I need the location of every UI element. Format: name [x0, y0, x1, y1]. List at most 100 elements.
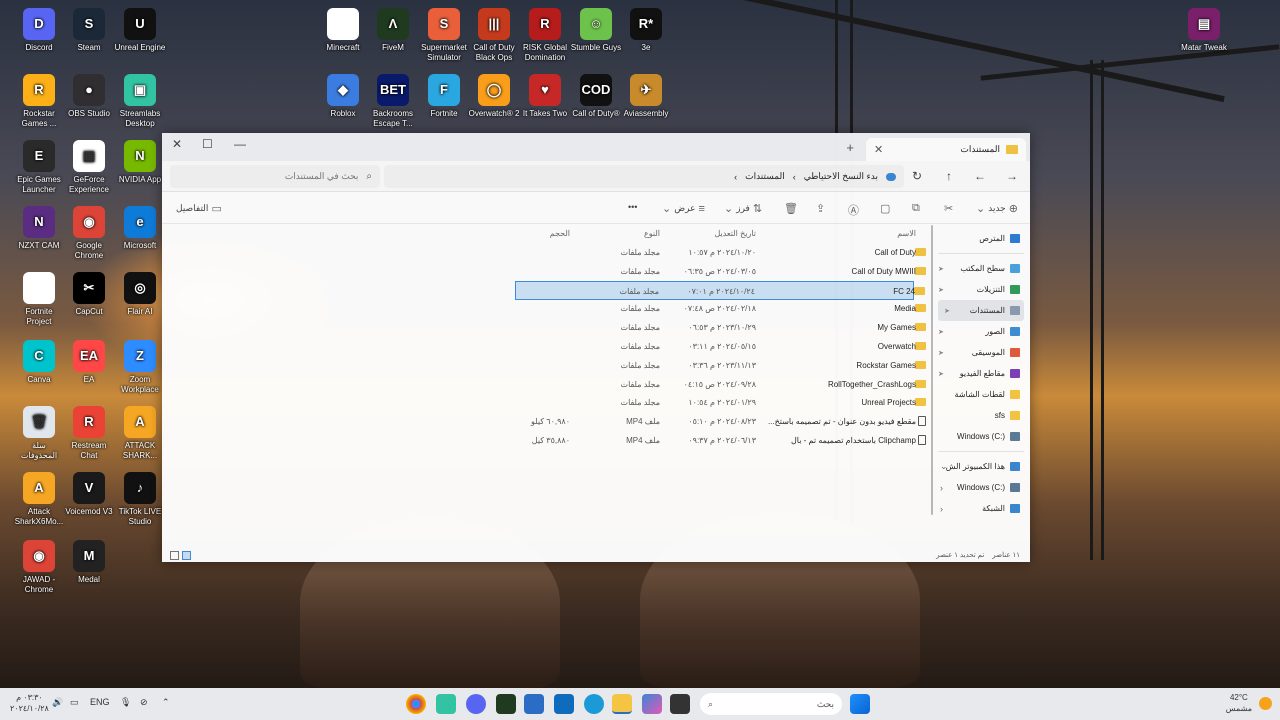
desktop-shortcut[interactable]: S Steam: [63, 8, 115, 53]
desktop-shortcut[interactable]: ◉ JAWAD - Chrome: [13, 540, 65, 595]
taskbar-copilot-icon[interactable]: [642, 694, 662, 714]
maximize-button[interactable]: ☐: [202, 137, 213, 151]
sidebar-item[interactable]: لقطات الشاشة: [932, 384, 1030, 405]
desktop-shortcut[interactable]: A ATTACK SHARK...: [114, 406, 166, 461]
network-icon[interactable]: ▭: [70, 697, 79, 708]
breadcrumb-current[interactable]: المستندات: [745, 171, 785, 182]
sidebar-item[interactable]: هذا الكمبيوتر الش ⌄: [932, 456, 1030, 477]
details-view-button[interactable]: [182, 551, 191, 560]
desktop-shortcut[interactable]: C Canva: [13, 340, 65, 385]
file-row[interactable]: My Games ٢٠٢٣/١٠/٢٩ م ٠٦:٥٣ مجلد ملفات: [162, 318, 930, 337]
breadcrumb-root[interactable]: بدء النسخ الاحتياطي: [804, 171, 878, 182]
expand-chevron-icon[interactable]: ‹: [940, 483, 943, 493]
desktop-shortcut[interactable]: D Discord: [13, 8, 65, 53]
taskbar-store-icon[interactable]: [524, 694, 544, 714]
desktop-shortcut[interactable]: ☺ Stumble Guys: [570, 8, 622, 53]
sidebar-item[interactable]: مقاطع الفيديو ➤: [932, 363, 1030, 384]
taskbar-explorer-icon[interactable]: [612, 694, 632, 714]
desktop-shortcut[interactable]: R* 3e: [620, 8, 672, 53]
details-button[interactable]: التفاصيل ▭: [176, 202, 222, 215]
delete-icon[interactable]: 🗑: [784, 202, 798, 215]
desktop-shortcut[interactable]: ◯ Overwatch® 2: [468, 74, 520, 119]
column-type[interactable]: النوع: [570, 224, 660, 243]
file-row[interactable]: Call of Duty MWIII ٢٠٢٤/٠٣/٠٥ ص ٠٦:٣٥ مجلد…: [162, 262, 930, 281]
desktop-shortcut[interactable]: ◉ Google Chrome: [63, 206, 115, 261]
desktop-shortcut[interactable]: ◎ Flair AI: [114, 272, 166, 317]
more-button[interactable]: •••: [628, 202, 637, 212]
start-button[interactable]: [850, 694, 870, 714]
minimize-button[interactable]: —: [234, 137, 246, 151]
sidebar-item[interactable]: الشبكة ‹: [932, 498, 1030, 519]
desktop-shortcut[interactable]: Λ FiveM: [367, 8, 419, 53]
sidebar-item[interactable]: التنزيلات ➤: [932, 279, 1030, 300]
breadcrumb-separator[interactable]: ›: [793, 172, 796, 182]
sidebar-item[interactable]: Windows (C:): [932, 426, 1030, 447]
rename-icon[interactable]: Ⓐ: [848, 202, 859, 218]
desktop-shortcut[interactable]: R Rockstar Games ...: [13, 74, 65, 129]
expand-chevron-icon[interactable]: ⌄: [940, 461, 948, 472]
share-icon[interactable]: ⇪: [816, 202, 825, 215]
file-row[interactable]: Media ٢٠٢٤/٠٢/١٨ ص ٠٧:٤٨ مجلد ملفات: [162, 299, 930, 318]
desktop-shortcut[interactable]: ◆ Roblox: [317, 74, 369, 119]
file-row[interactable]: Clipchamp باستخدام تصميمه تم - بال ٢٠٢٤/٠…: [162, 431, 930, 450]
desktop-shortcut[interactable]: ▣ Streamlabs Desktop: [114, 74, 166, 129]
back-button[interactable]: →: [1006, 169, 1018, 183]
desktop-shortcut[interactable]: S Supermarket Simulator: [418, 8, 470, 63]
sidebar-item[interactable]: سطح المكتب ➤: [932, 258, 1030, 279]
file-row[interactable]: Overwatch ٢٠٢٤/٠٥/١٥ م ٠٣:١١ مجلد ملفات: [162, 337, 930, 356]
taskbar-chrome-icon[interactable]: [406, 694, 426, 714]
taskbar-outlook-icon[interactable]: [554, 694, 574, 714]
taskbar-discord-icon[interactable]: [466, 694, 486, 714]
desktop-shortcut[interactable]: N NZXT CAM: [13, 206, 65, 251]
refresh-button[interactable]: ↻: [912, 169, 922, 183]
taskbar-search[interactable]: بحث ⌕: [700, 693, 842, 715]
sort-button[interactable]: ⌄ فرز ⇅: [724, 202, 762, 215]
file-row[interactable]: Call of Duty ٢٠٢٤/١٠/٢٠ م ١٠:٥٧ مجلد ملفات: [162, 243, 930, 262]
desktop-shortcut[interactable]: ✂ CapCut: [63, 272, 115, 317]
paste-icon[interactable]: ▢: [880, 202, 890, 215]
forward-button[interactable]: ←: [974, 169, 986, 183]
desktop-shortcut[interactable]: COD Call of Duty®: [570, 74, 622, 119]
pin-icon[interactable]: ➤: [938, 265, 944, 273]
taskbar-app-icon[interactable]: [670, 694, 690, 714]
sidebar-item[interactable]: Windows (C:) ‹: [932, 477, 1030, 498]
desktop-shortcut[interactable]: N NVIDIA App: [114, 140, 166, 185]
search-input[interactable]: بحث في المستندات ⌕: [170, 165, 380, 188]
address-bar[interactable]: بدء النسخ الاحتياطي › المستندات ›: [384, 165, 904, 188]
column-size[interactable]: الحجم: [480, 224, 570, 243]
taskbar-streamlabs-icon[interactable]: [436, 694, 456, 714]
pin-icon[interactable]: ➤: [938, 349, 944, 357]
taskbar-fivem-icon[interactable]: [496, 694, 516, 714]
microphone-icon[interactable]: 🎙: [120, 697, 131, 708]
desktop-shortcut[interactable]: ▤ Matar Tweak: [1178, 8, 1230, 53]
file-row[interactable]: Rockstar Games ٢٠٢٣/١١/١٣ م ٠٣:٣٦ مجلد ملف…: [162, 356, 930, 375]
file-row[interactable]: Unreal Projects ٢٠٢٤/٠١/٢٩ م ١٠:٥٤ مجلد مل…: [162, 393, 930, 412]
desktop-shortcut[interactable]: ♥ It Takes Two: [519, 74, 571, 119]
up-button[interactable]: ↑: [946, 169, 952, 183]
breadcrumb-separator-end[interactable]: ›: [734, 172, 737, 182]
desktop-shortcut[interactable]: Fortnite Project: [13, 272, 65, 327]
sidebar-item[interactable]: الصور ➤: [932, 321, 1030, 342]
tab-documents[interactable]: المستندات ✕: [866, 138, 1026, 161]
sidebar-item[interactable]: المترص: [932, 228, 1030, 249]
list-view-button[interactable]: [170, 551, 179, 560]
desktop-shortcut[interactable]: V Voicemod V3: [63, 472, 115, 517]
desktop-shortcut[interactable]: 🗑 سلة المحذوفات: [13, 406, 65, 461]
pin-icon[interactable]: ➤: [938, 370, 944, 378]
desktop-shortcut[interactable]: e Microsoft: [114, 206, 166, 251]
expand-chevron-icon[interactable]: ‹: [940, 504, 943, 514]
desktop-shortcut[interactable]: ▦ GeForce Experience: [63, 140, 115, 195]
weather-widget[interactable]: 42°C مشمس: [1226, 692, 1252, 714]
desktop-shortcut[interactable]: EA EA: [63, 340, 115, 385]
sidebar-item[interactable]: المستندات ➤: [938, 300, 1024, 321]
close-window-button[interactable]: ✕: [172, 137, 182, 151]
notification-icon[interactable]: ⊘: [140, 697, 148, 708]
column-name[interactable]: الاسم: [756, 224, 916, 243]
desktop-shortcut[interactable]: Minecraft: [317, 8, 369, 53]
sidebar-item[interactable]: sfs: [932, 405, 1030, 426]
desktop-shortcut[interactable]: F Fortnite: [418, 74, 470, 119]
desktop-shortcut[interactable]: ● OBS Studio: [63, 74, 115, 119]
column-date[interactable]: تاريخ التعديل: [656, 224, 756, 243]
desktop-shortcut[interactable]: ||| Call of Duty Black Ops: [468, 8, 520, 63]
new-tab-button[interactable]: +: [846, 140, 854, 155]
